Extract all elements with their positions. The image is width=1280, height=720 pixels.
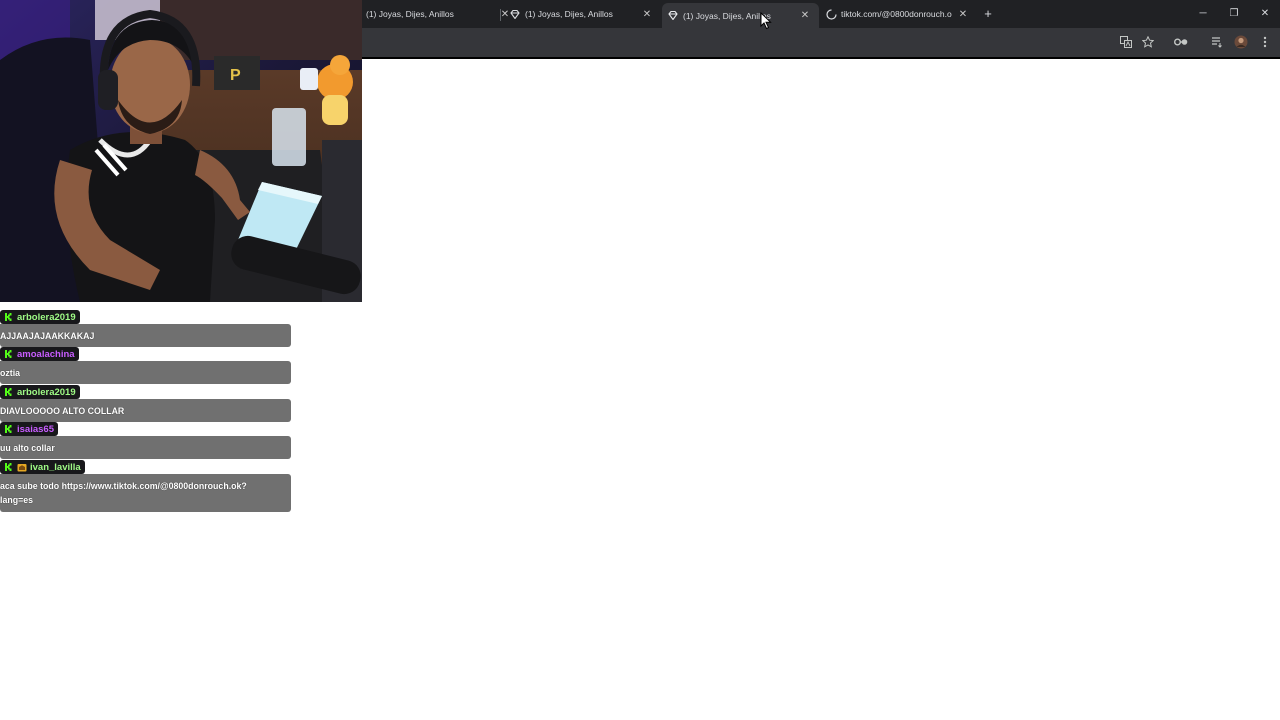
chat-username[interactable]: ivan_lavilla bbox=[30, 462, 81, 473]
tab-title: tiktok.com/@0800donrouch.o bbox=[841, 9, 952, 19]
chat-message-bubble: aca sube todo https://www.tiktok.com/@08… bbox=[0, 474, 291, 512]
chat-message-bubble: DIAVLOOOOO ALTO COLLAR bbox=[0, 399, 291, 422]
menu-icon[interactable] bbox=[1257, 34, 1273, 50]
browser-tab-1[interactable]: (1) Joyas, Dijes, Anillos ✕ bbox=[362, 2, 519, 26]
browser-tab-2[interactable]: (1) Joyas, Dijes, Anillos ✕ bbox=[504, 2, 661, 26]
maximize-icon[interactable]: ❐ bbox=[1224, 4, 1244, 22]
username-pill: isaias65 bbox=[0, 422, 58, 436]
chat-username[interactable]: arbolera2019 bbox=[17, 387, 76, 398]
star-icon[interactable] bbox=[1140, 34, 1156, 50]
new-tab-button[interactable]: + bbox=[980, 5, 996, 21]
tab-close-icon[interactable]: ✕ bbox=[797, 8, 813, 24]
chat-message-bubble: oztia bbox=[0, 361, 291, 384]
chat-message-bubble: uu alto collar bbox=[0, 436, 291, 459]
minimize-icon[interactable]: ─ bbox=[1193, 4, 1213, 22]
username-pill: arbolera2019 bbox=[0, 385, 80, 399]
kick-badge-icon bbox=[3, 312, 13, 322]
extensions-icon[interactable] bbox=[1173, 34, 1189, 50]
username-pill: arbolera2019 bbox=[0, 310, 80, 324]
screen: (1) Joyas, Dijes, Anillos ✕ (1) Joyas, D… bbox=[0, 0, 1280, 720]
webcam-feed: P bbox=[0, 0, 362, 302]
chat-username[interactable]: arbolera2019 bbox=[17, 312, 76, 323]
tab-title: (1) Joyas, Dijes, Anillos bbox=[366, 9, 454, 19]
username-pill: ivan_lavilla bbox=[0, 460, 85, 474]
username-pill: amoalachina bbox=[0, 347, 79, 361]
kick-badge-icon bbox=[3, 424, 13, 434]
jewel-icon bbox=[508, 7, 522, 21]
chat-message-text: DIAVLOOOOO ALTO COLLAR bbox=[0, 406, 125, 416]
profile-avatar[interactable] bbox=[1233, 34, 1249, 50]
svg-text:P: P bbox=[230, 67, 241, 84]
jewel-icon bbox=[666, 9, 680, 23]
chat-message-text: oztia bbox=[0, 368, 21, 378]
tab-title: (1) Joyas, Dijes, Anillos bbox=[683, 10, 771, 21]
chat-message-text: aca sube todo https://www.tiktok.com/@08… bbox=[0, 481, 247, 505]
chat-message-text: AJJAAJAJAAKKAKAJ bbox=[0, 331, 95, 341]
kick-badge-icon bbox=[3, 349, 13, 359]
kick-badge-icon bbox=[3, 462, 13, 472]
chat-message-bubble: AJJAAJAJAAKKAKAJ bbox=[0, 324, 291, 347]
subscriber-badge-icon bbox=[17, 462, 27, 472]
chat-message-text: uu alto collar bbox=[0, 443, 55, 453]
chat-username[interactable]: amoalachina bbox=[17, 349, 75, 360]
browser-tab-4[interactable]: tiktok.com/@0800donrouch.o ✕ bbox=[820, 2, 977, 26]
tab-close-icon[interactable]: ✕ bbox=[639, 6, 655, 22]
window-close-icon[interactable]: ✕ bbox=[1255, 4, 1275, 22]
loading-spinner-icon bbox=[824, 7, 838, 21]
translate-icon[interactable] bbox=[1118, 34, 1134, 50]
mouse-cursor-icon bbox=[760, 11, 772, 30]
browser-tab-3-active[interactable]: (1) Joyas, Dijes, Anillos ✕ bbox=[662, 3, 819, 28]
tab-separator bbox=[500, 9, 501, 21]
tab-close-icon[interactable]: ✕ bbox=[955, 6, 971, 22]
chat-username[interactable]: isaias65 bbox=[17, 424, 54, 435]
reading-list-icon[interactable] bbox=[1209, 34, 1225, 50]
kick-badge-icon bbox=[3, 387, 13, 397]
tab-title: (1) Joyas, Dijes, Anillos bbox=[525, 9, 613, 19]
